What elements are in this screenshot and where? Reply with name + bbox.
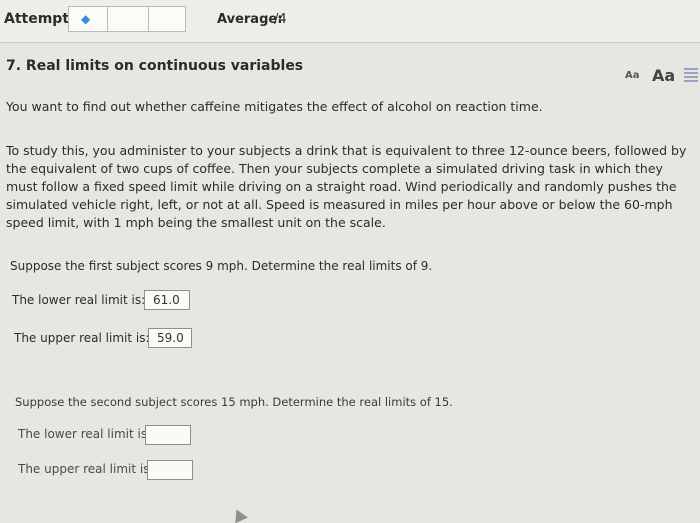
list-icon[interactable] [684, 68, 698, 82]
part2-prompt: Suppose the second subject scores 15 mph… [15, 395, 453, 409]
part1-lower-input[interactable]: 61.0 [144, 290, 190, 310]
part2-upper-label: The upper real limit is: [18, 462, 154, 476]
mouse-cursor-icon [230, 506, 248, 523]
part2-lower-label: The lower real limit is: [18, 427, 152, 441]
diamond-icon: ◆ [81, 12, 91, 26]
attempt-box-3[interactable] [148, 6, 186, 32]
part1-prompt: Suppose the first subject scores 9 mph. … [10, 259, 433, 273]
question-body: To study this, you administer to your su… [6, 143, 687, 230]
part2-lower-input[interactable] [145, 425, 191, 445]
average-label: Average: [217, 12, 283, 27]
average-value: /4 [274, 12, 287, 27]
font-size-large-button[interactable]: Aa [652, 66, 675, 85]
part1-upper-label: The upper real limit is: [14, 331, 150, 345]
part1-lower-label: The lower real limit is: [12, 293, 146, 307]
part2-upper-input[interactable] [147, 460, 193, 480]
part1-upper-input[interactable]: 59.0 [148, 328, 192, 348]
question-title: 7. Real limits on continuous variables [6, 58, 304, 74]
attempt-box-2[interactable] [107, 6, 149, 32]
question-intro: You want to find out whether caffeine mi… [6, 99, 543, 114]
font-size-small-button[interactable]: Aa [625, 70, 640, 81]
header-divider [0, 42, 700, 43]
